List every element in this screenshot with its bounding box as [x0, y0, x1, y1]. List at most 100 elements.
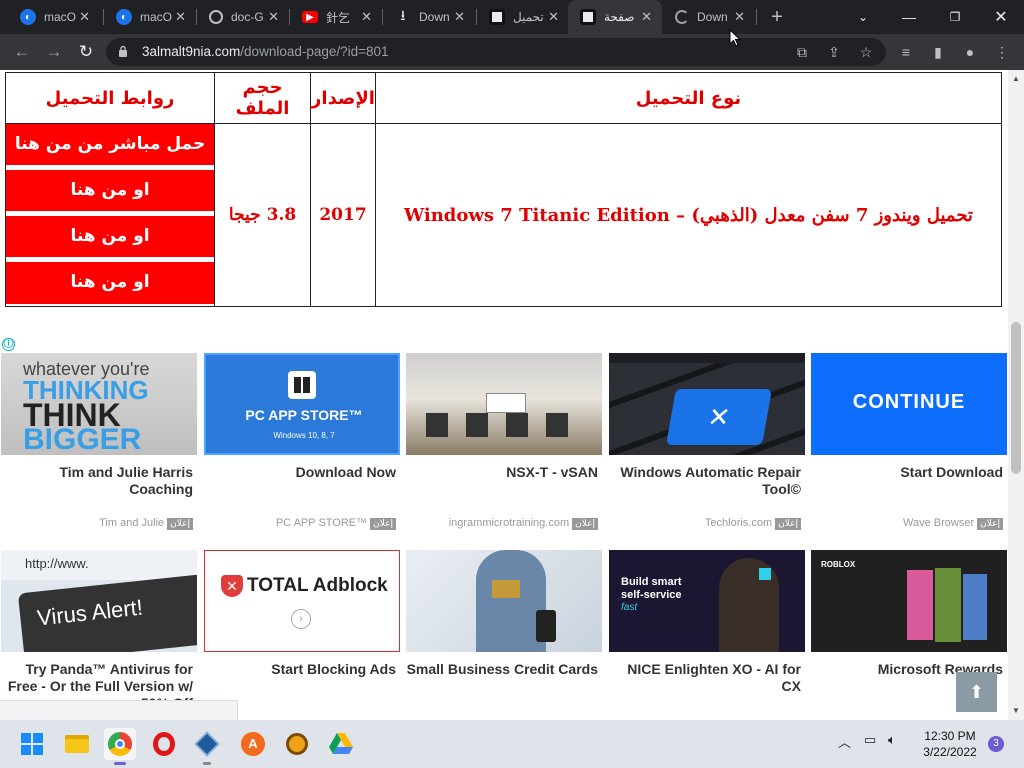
url-text: 3almalt9nia.com/download-page/?id=801 [142, 44, 389, 59]
tab[interactable]: ⭳ Down ✕ [383, 0, 475, 34]
share-icon[interactable]: ⇪ [824, 42, 844, 62]
arrow-circle-icon: › [291, 609, 311, 629]
close-tab-icon[interactable]: ✕ [268, 9, 279, 25]
ad-title: NICE Enlighten XO - AI for CX [627, 661, 801, 694]
file-explorer-icon[interactable] [61, 728, 93, 760]
ad-image-total-adblock: ✕ TOTAL Adblock › [204, 550, 400, 652]
tab-title: تحميل [513, 10, 544, 24]
ad-image-think-bigger: whatever you're THINKING THINK BIGGER [1, 353, 197, 455]
side-panel-icon[interactable]: ▮ [928, 42, 948, 62]
network-icon[interactable]: ▭ [864, 732, 876, 748]
back-to-top-button[interactable]: ⬆ [956, 672, 997, 712]
direct-download-button[interactable]: حمل مباشر من من هنا [6, 124, 215, 165]
tab-title: doc-G [231, 10, 264, 24]
close-tab-icon[interactable]: ✕ [641, 9, 652, 25]
repair-key-icon: ✕ [666, 389, 772, 445]
tab[interactable]: Down ✕ [663, 0, 755, 34]
clock[interactable]: 12:30 PM 3/22/2022 [920, 728, 980, 760]
tab[interactable]: ◐ macO ✕ [8, 0, 100, 34]
bookmark-star-icon[interactable]: ☆ [856, 42, 876, 62]
tab[interactable]: ◐ macO ✕ [104, 0, 196, 34]
start-button[interactable] [16, 728, 48, 760]
download-table: نوع التحميل الإصدار حجم الملف روابط التح… [4, 72, 1003, 307]
back-button[interactable]: ← [10, 40, 34, 64]
close-tab-icon[interactable]: ✕ [361, 9, 372, 25]
status-bubble [0, 700, 238, 720]
ad-info-icon[interactable]: ⓘ [2, 338, 15, 351]
loading-icon [675, 10, 689, 24]
ad-image-virus-alert: http://www. Virus Alert! [1, 550, 197, 652]
edge-icon: ◐ [20, 9, 36, 25]
profile-icon[interactable]: ● [960, 42, 980, 62]
show-hidden-icons-icon[interactable]: ︿ [838, 732, 851, 751]
close-tab-icon[interactable]: ✕ [548, 9, 559, 25]
mirror-download-button[interactable]: او من هنا [6, 216, 215, 257]
tab-search-icon[interactable]: ⌄ [840, 0, 886, 34]
ad-source: Techloris.com إعلان [609, 517, 801, 530]
scrollbar-thumb[interactable] [1011, 322, 1021, 474]
menu-icon[interactable]: ⋮ [992, 42, 1012, 62]
translate-icon[interactable]: ⧉ [792, 42, 812, 62]
tab-title: Down [419, 10, 450, 24]
close-window-button[interactable]: ✕ [978, 0, 1024, 34]
header-links: روابط التحميل [4, 72, 216, 124]
shield-icon: ✕ [221, 575, 243, 597]
forward-button[interactable]: → [42, 40, 66, 64]
youtube-icon: ▶ [302, 11, 318, 23]
browser-toolbar: ← → ↻ 3almalt9nia.com/download-page/?id=… [0, 34, 1024, 70]
tab-title: 針乞 [326, 10, 351, 25]
close-tab-icon[interactable]: ✕ [734, 9, 745, 25]
ad-image-credit-card [406, 550, 602, 652]
notification-badge[interactable]: 3 [988, 736, 1004, 752]
store-icon [288, 371, 316, 399]
ad-image-classroom [406, 353, 602, 455]
virtualbox-icon[interactable] [191, 728, 223, 765]
ad-title: Windows Automatic Repair Tool© [620, 464, 801, 497]
globe-icon [209, 10, 223, 24]
vpn-shield-icon[interactable] [281, 728, 313, 760]
ad-source: Wave Browser إعلان [811, 517, 1003, 530]
ad-title: NSX-T - vSAN [506, 464, 598, 480]
version-value: 2017 [310, 123, 376, 307]
volume-icon[interactable]: 🔈︎ [888, 732, 896, 748]
reload-button[interactable]: ↻ [74, 40, 98, 64]
ad-title: Start Download [900, 464, 1003, 480]
mirror-download-button[interactable]: او من هنا [6, 262, 215, 304]
google-drive-icon[interactable] [325, 728, 357, 760]
ad-title: Small Business Credit Cards [406, 661, 598, 677]
address-bar[interactable]: 3almalt9nia.com/download-page/?id=801 ⧉ … [106, 38, 886, 66]
chrome-icon[interactable] [104, 728, 136, 765]
opera-icon[interactable] [148, 728, 180, 760]
tab[interactable]: ▶ 針乞 ✕ [290, 0, 382, 34]
ad-image-continue: CONTINUE [811, 353, 1007, 455]
tab-active[interactable]: صفحة ✕ [568, 0, 662, 34]
new-tab-button[interactable]: + [766, 6, 788, 28]
avast-icon[interactable]: A [237, 728, 269, 760]
web-page: نوع التحميل الإصدار حجم الملف روابط التح… [0, 70, 1008, 720]
close-tab-icon[interactable]: ✕ [454, 9, 465, 25]
header-size: حجم الملف [214, 72, 312, 124]
tab[interactable]: doc-G ✕ [197, 0, 289, 34]
tab-strip: ◐ macO ✕ ◐ macO ✕ doc-G ✕ ▶ 針乞 ✕ ⭳ Down … [0, 0, 1024, 34]
download-links: حمل مباشر من من هنا او من هنا او من هنا … [4, 123, 216, 307]
tab-title: Down [697, 10, 728, 24]
page-scrollbar[interactable]: ▲ ▼ [1008, 70, 1024, 720]
restore-button[interactable]: ❐ [932, 0, 978, 34]
ad-title: Download Now [295, 464, 396, 480]
close-tab-icon[interactable]: ✕ [79, 9, 90, 25]
clock-time: 12:30 PM [924, 729, 976, 743]
tab-title: macO [44, 10, 77, 24]
reading-list-icon[interactable]: ≡ [896, 42, 916, 62]
tab[interactable]: تحميل ✕ [477, 0, 569, 34]
close-tab-icon[interactable]: ✕ [175, 9, 186, 25]
download-icon: ⭳ [400, 7, 406, 23]
tab-title: macO [140, 10, 173, 24]
minimize-button[interactable]: — [886, 0, 932, 34]
mouse-cursor-icon [729, 29, 741, 47]
ad-title: Tim and Julie Harris Coaching [59, 464, 193, 497]
ad-image-keyboard-repair: ✕ [609, 353, 805, 455]
lock-icon [119, 45, 127, 57]
mirror-download-button[interactable]: او من هنا [6, 170, 215, 211]
size-value: 3.8 جيجا [214, 123, 312, 307]
ad-image-pc-app-store: PC APP STORE™ Windows 10, 8, 7 [204, 353, 400, 455]
